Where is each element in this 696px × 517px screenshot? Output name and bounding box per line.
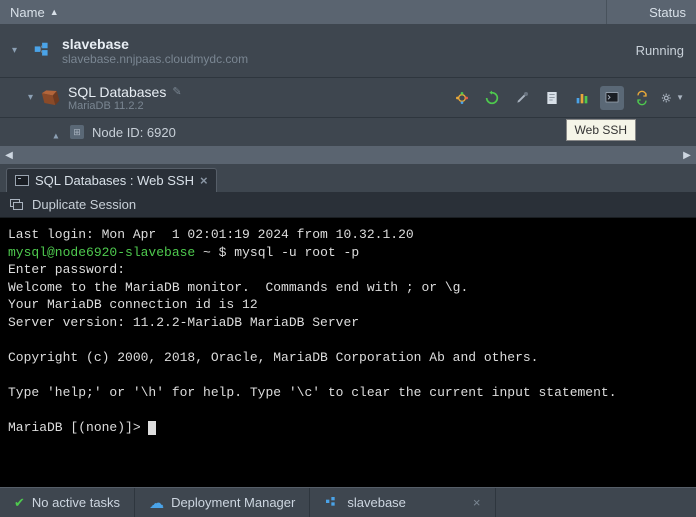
cloud-upload-icon: ☁ [149, 494, 164, 512]
redeploy-icon[interactable] [630, 86, 654, 110]
terminal-output[interactable]: Last login: Mon Apr 1 02:01:19 2024 from… [0, 218, 696, 487]
settings-icon[interactable]: ▼ [660, 86, 684, 110]
environment-icon [324, 495, 340, 511]
duplicate-session-button[interactable]: Duplicate Session [32, 197, 136, 212]
deployment-manager-button[interactable]: ☁ Deployment Manager [135, 488, 310, 517]
expand-toggle-icon[interactable]: ▾ [12, 45, 24, 56]
node-titles: SQL Databases ✎ MariaDB 11.2.2 [68, 84, 450, 112]
column-name-label: Name [10, 5, 45, 20]
terminal-line: Last login: Mon Apr 1 02:01:19 2024 from… [8, 227, 414, 242]
terminal-line: Copyright (c) 2000, 2018, Oracle, MariaD… [8, 350, 539, 365]
tab-title: SQL Databases : Web SSH [35, 173, 194, 188]
tasks-status[interactable]: ✔ No active tasks [0, 488, 135, 517]
deploy-label: Deployment Manager [171, 495, 295, 510]
environment-titles: slavebase slavebase.nnjpaas.cloudmydc.co… [62, 36, 606, 66]
footer-env-label: slavebase [347, 495, 406, 510]
expand-toggle-icon[interactable]: ▸ [51, 126, 62, 138]
environment-icon [32, 40, 54, 62]
terminal-path: ~ [203, 245, 211, 260]
terminal-icon [15, 175, 29, 186]
terminal-line: Your MariaDB connection id is 12 [8, 297, 258, 312]
terminal-line: Welcome to the MariaDB monitor. Commands… [8, 280, 468, 295]
terminal-line: Type 'help;' or '\h' for help. Type '\c'… [8, 385, 617, 400]
web-ssh-icon[interactable] [600, 86, 624, 110]
check-icon: ✔ [14, 495, 25, 511]
close-icon[interactable]: × [473, 495, 481, 510]
log-icon[interactable] [540, 86, 564, 110]
horizontal-scroll-strip: ◀ ▶ [0, 146, 696, 164]
node-chip-icon: ⊞ [70, 125, 84, 139]
config-icon[interactable] [510, 86, 534, 110]
sub-node-title: Node ID: 6920 [92, 125, 176, 140]
statistics-icon[interactable] [570, 86, 594, 110]
addons-icon[interactable] [450, 86, 474, 110]
terminal-line: Enter password: [8, 262, 125, 277]
terminal-line: Server version: 11.2.2-MariaDB MariaDB S… [8, 315, 359, 330]
status-bar: ✔ No active tasks ☁ Deployment Manager s… [0, 487, 696, 517]
close-icon[interactable]: × [200, 173, 208, 188]
terminal-db-prompt: MariaDB [(none)]> [8, 420, 148, 435]
node-row[interactable]: ▾ SQL Databases ✎ MariaDB 11.2.2 ▼ Web S… [0, 78, 696, 118]
edit-icon[interactable]: ✎ [172, 85, 181, 98]
restart-icon[interactable] [480, 86, 504, 110]
environment-status: Running [606, 43, 696, 58]
cursor-icon [148, 421, 156, 435]
tab-web-ssh[interactable]: SQL Databases : Web SSH × [6, 168, 217, 192]
tasks-label: No active tasks [32, 495, 120, 510]
scroll-right-icon[interactable]: ▶ [678, 146, 696, 164]
scroll-left-icon[interactable]: ◀ [0, 146, 18, 164]
ssh-action-bar: Duplicate Session [0, 192, 696, 218]
column-status-label: Status [649, 5, 686, 20]
node-version: MariaDB 11.2.2 [68, 100, 450, 112]
environment-title: slavebase [62, 36, 606, 52]
column-header-name[interactable]: Name ▲ [0, 0, 606, 24]
tooltip: Web SSH [566, 119, 636, 141]
environment-subtitle: slavebase.nnjpaas.cloudmydc.com [62, 52, 606, 66]
column-header-row: Name ▲ Status [0, 0, 696, 24]
terminal-command: mysql -u root -p [234, 245, 359, 260]
database-icon [38, 85, 62, 109]
node-toolbar: ▼ [450, 86, 696, 110]
terminal-user: mysql@node6920-slavebase [8, 245, 195, 260]
column-header-status[interactable]: Status [606, 0, 696, 24]
bottom-tab-bar: SQL Databases : Web SSH × [0, 164, 696, 192]
environment-row[interactable]: ▾ slavebase slavebase.nnjpaas.cloudmydc.… [0, 24, 696, 78]
duplicate-session-icon[interactable] [10, 199, 24, 211]
node-title: SQL Databases [68, 84, 166, 100]
sort-asc-icon: ▲ [50, 7, 59, 17]
footer-env-tab[interactable]: slavebase × [310, 488, 495, 517]
